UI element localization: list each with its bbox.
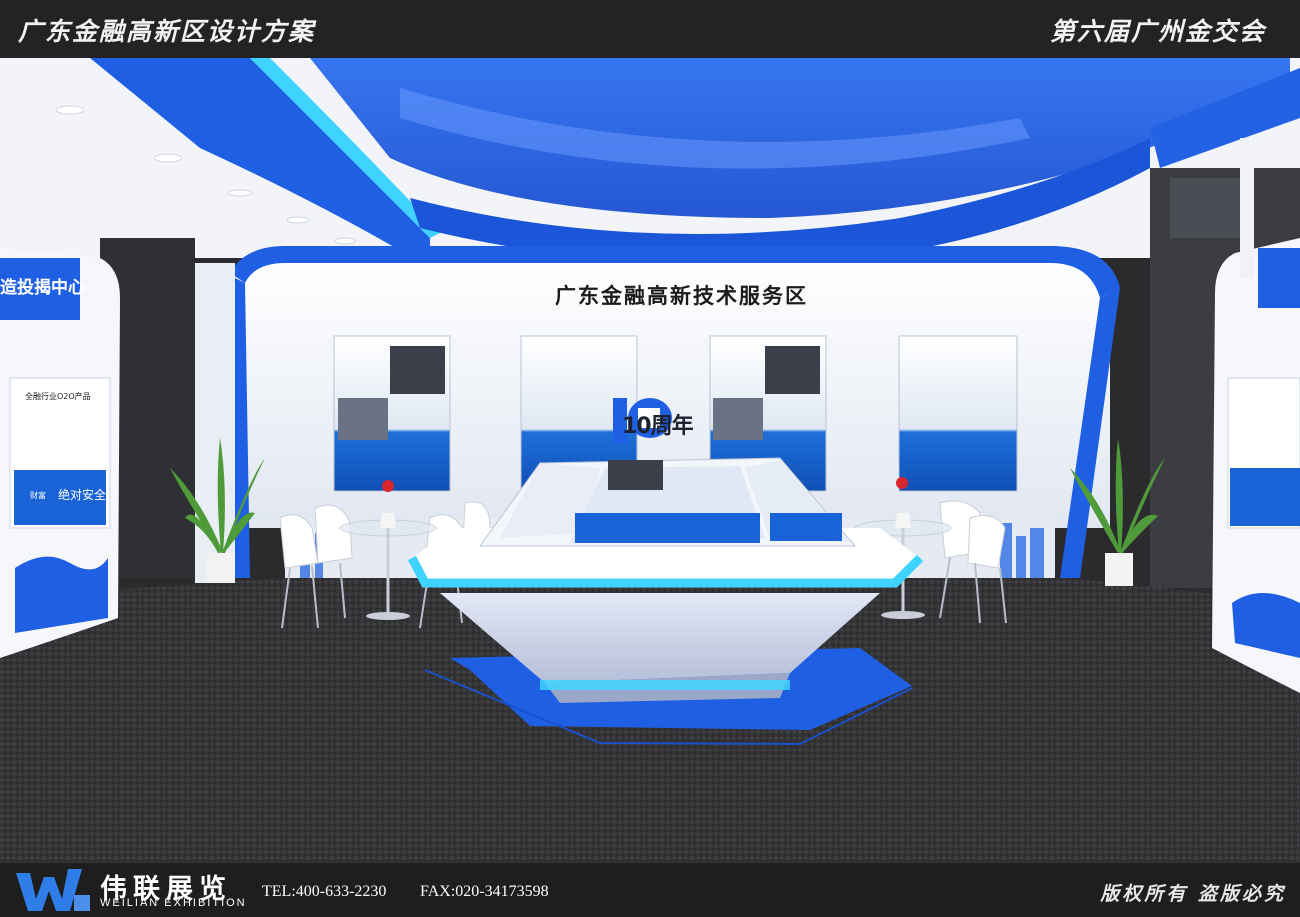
- slogan-sub: 财富: [30, 491, 46, 500]
- main-sign: 广东金融高新技术服务区: [555, 284, 808, 308]
- header-left-title: 广东金融高新区设计方案: [18, 17, 316, 46]
- copyright-notice: 版权所有 盗版必究: [1100, 883, 1286, 905]
- fax-number: FAX:020-34173598: [420, 883, 549, 900]
- footer-bar: 伟联展览 WEILIAN EXHIBITION TEL:400-633-2230…: [0, 863, 1300, 917]
- anniversary-badge: 10周年: [622, 414, 694, 439]
- weilian-logo-icon: [16, 869, 90, 911]
- poster-headline: 全融行业O2O产品: [25, 392, 91, 401]
- booth-rendering: 广东金融高新技术服务区 造投揭中心 10周年 全融行业O2O产品 绝对安全 财富: [0, 58, 1300, 863]
- phone-number: TEL:400-633-2230: [262, 883, 387, 900]
- slogan: 绝对安全: [58, 488, 107, 502]
- header-right-title: 第六届广州金交会: [1049, 17, 1266, 46]
- logo-english: WEILIAN EXHIBITION: [100, 897, 247, 909]
- header-bar: 广东金融高新区设计方案 第六届广州金交会: [0, 0, 1300, 58]
- left-side-sign: 造投揭中心: [0, 278, 85, 298]
